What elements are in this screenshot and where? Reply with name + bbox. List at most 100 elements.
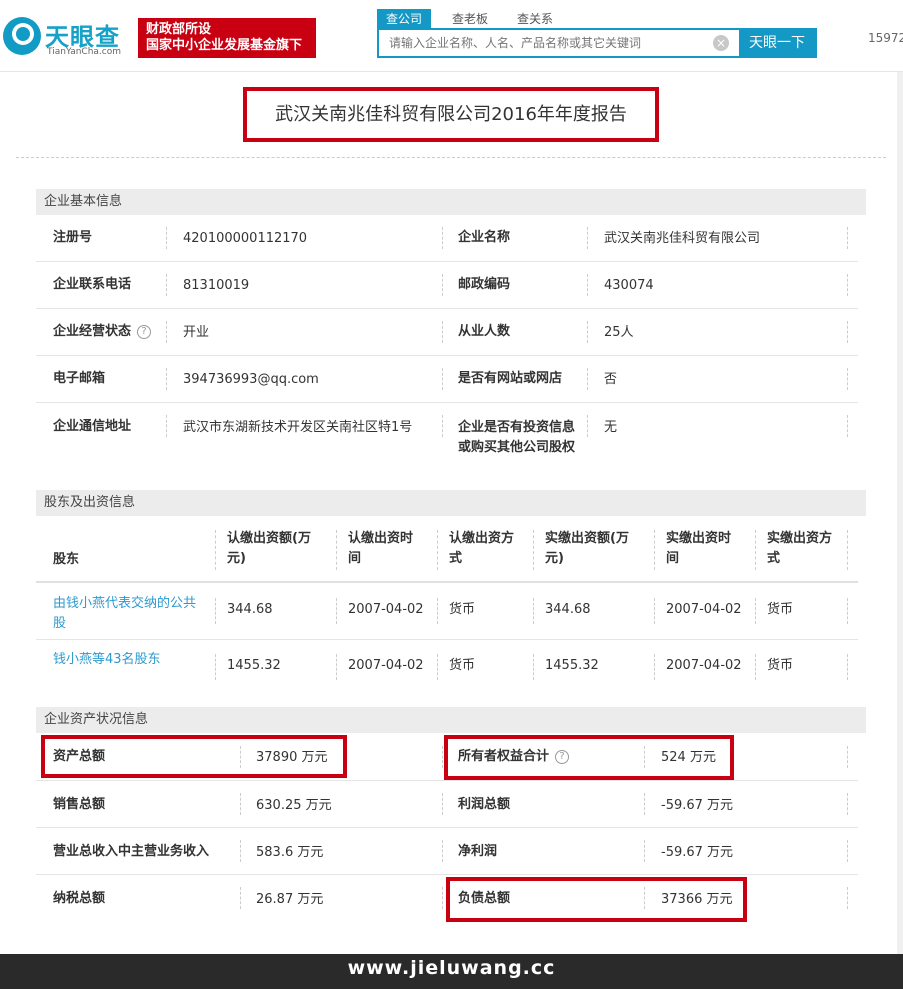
net-profit-value: -59.67 万元 [661, 845, 734, 860]
investment-label-line2: 或购买其他公司股权 [458, 440, 576, 455]
col-line: 认缴出资方 [449, 531, 515, 546]
table-row: 电子邮箱 394736993@qq.com 是否有网站或网店 否 [36, 356, 858, 403]
divider [442, 887, 443, 909]
total-profit-value: -59.67 万元 [661, 798, 734, 813]
email-value: 394736993@qq.com [183, 372, 319, 387]
search-tabs: 查公司 查老板 查关系 [377, 9, 573, 29]
search-bar: × 天眼一下 [377, 28, 817, 58]
divider [215, 530, 216, 570]
divider [654, 598, 655, 624]
highlight-owners-equity [444, 735, 734, 780]
investment-label: 企业是否有投资信息 或购买其他公司股权 [458, 418, 575, 458]
sub-amount-cell: 1455.32 [227, 658, 281, 673]
logo-domain: TianYanCha.com [47, 47, 122, 57]
col-sub-way: 认缴出资方式 [449, 529, 514, 569]
divider [166, 368, 167, 390]
ministry-badge: 财政部所设 国家中小企业发展基金旗下 [138, 18, 316, 58]
divider [644, 793, 645, 815]
investment-value: 无 [604, 420, 618, 435]
page-title: 武汉关南兆佳科贸有限公司2016年年度报告 [243, 87, 659, 142]
tab-relation[interactable]: 查关系 [508, 9, 562, 29]
divider [437, 530, 438, 570]
divider [442, 746, 443, 768]
col-line: 元) [227, 551, 246, 566]
col-line: 实缴出资时 [666, 531, 732, 546]
shareholder-link[interactable]: 由钱小燕代表交纳的公共股 [53, 594, 196, 634]
divider [240, 840, 241, 862]
divider [755, 530, 756, 570]
shareholder-link[interactable]: 钱小燕等43名股东 [53, 650, 161, 670]
col-sub-date: 认缴出资时间 [348, 529, 413, 569]
status-value: 开业 [183, 325, 210, 340]
top-header: 天眼查 TianYanCha.com 财政部所设 国家中小企业发展基金旗下 查公… [0, 0, 903, 72]
col-paid-way: 实缴出资方式 [767, 529, 832, 569]
col-paid-amount: 实缴出资额(万 元) [545, 529, 629, 569]
col-line: 式 [449, 551, 463, 566]
tab-company[interactable]: 查公司 [377, 9, 432, 29]
table-row: 注册号 420100000112170 企业名称 武汉关南兆佳科贸有限公司 [36, 215, 858, 262]
shareholder-name-line[interactable]: 股 [53, 614, 196, 634]
phone-value: 81310019 [183, 278, 250, 293]
address-label: 企业通信地址 [53, 419, 132, 434]
divider [587, 227, 588, 249]
sub-amount-cell: 344.68 [227, 602, 273, 617]
divider [847, 368, 848, 390]
divider [847, 321, 848, 343]
table-row: 企业经营状态? 开业 从业人数 25人 [36, 309, 858, 356]
sub-way-cell: 货币 [449, 658, 476, 673]
shareholder-name-line[interactable]: 由钱小燕代表交纳的公共 [53, 594, 196, 614]
table-row: 营业总收入中主营业务收入 583.6 万元 净利润 -59.67 万元 [36, 828, 858, 875]
divider [240, 793, 241, 815]
divider [847, 793, 848, 815]
divider [166, 274, 167, 296]
search-button[interactable]: 天眼一下 [739, 30, 815, 56]
divider [533, 654, 534, 680]
divider [847, 227, 848, 249]
main-revenue-value: 583.6 万元 [256, 845, 324, 860]
divider [437, 654, 438, 680]
divider [587, 274, 588, 296]
col-line: 实缴出资额(万 [545, 531, 629, 546]
divider [215, 654, 216, 680]
divider [847, 274, 848, 296]
table-row: 销售总额 630.25 万元 利润总额 -59.67 万元 [36, 781, 858, 828]
main-revenue-label: 营业总收入中主营业务收入 [53, 844, 210, 859]
divider [654, 530, 655, 570]
table-row: 由钱小燕代表交纳的公共股 344.68 2007-04-02 货币 344.68… [36, 583, 858, 640]
col-line: 元) [545, 551, 564, 566]
section-basic-info-heading: 企业基本信息 [36, 189, 866, 215]
company-name-value: 武汉关南兆佳科贸有限公司 [604, 231, 761, 246]
divider [847, 598, 848, 624]
table-row: 企业联系电话 81310019 邮政编码 430074 [36, 262, 858, 309]
total-sales-label: 销售总额 [53, 797, 106, 812]
col-line: 间 [348, 551, 362, 566]
badge-line-2: 国家中小企业发展基金旗下 [146, 38, 303, 53]
divider [442, 274, 443, 296]
col-line: 认缴出资时 [348, 531, 414, 546]
paid-way-cell: 货币 [767, 658, 794, 673]
divider [437, 598, 438, 624]
divider [644, 840, 645, 862]
tianyancha-logo[interactable]: 天眼查 TianYanCha.com [3, 17, 135, 61]
divider [215, 598, 216, 624]
divider [442, 368, 443, 390]
postcode-value: 430074 [604, 278, 654, 293]
divider [442, 793, 443, 815]
table-header-row: 股东 认缴出资额(万 元) 认缴出资时间 认缴出资方式 实缴出资额(万 元) 实缴出… [36, 516, 858, 583]
section-assets-heading: 企业资产状况信息 [36, 707, 866, 733]
employees-value: 25人 [604, 325, 634, 340]
divider [166, 227, 167, 249]
divider [533, 598, 534, 624]
table-row: 钱小燕等43名股东 1455.32 2007-04-02 货币 1455.32 … [36, 640, 858, 688]
divider [336, 530, 337, 570]
clear-icon[interactable]: × [713, 35, 729, 51]
phone-number: 15972 [868, 31, 903, 45]
search-input[interactable] [379, 30, 713, 56]
col-shareholder: 股东 [53, 552, 80, 567]
tab-boss[interactable]: 查老板 [443, 9, 497, 29]
help-icon[interactable]: ? [137, 325, 152, 339]
investment-label-line1: 企业是否有投资信息 [458, 420, 576, 435]
badge-line-1: 财政部所设 [146, 22, 212, 37]
paid-amount-cell: 344.68 [545, 602, 591, 617]
scrollbar[interactable] [897, 72, 903, 954]
